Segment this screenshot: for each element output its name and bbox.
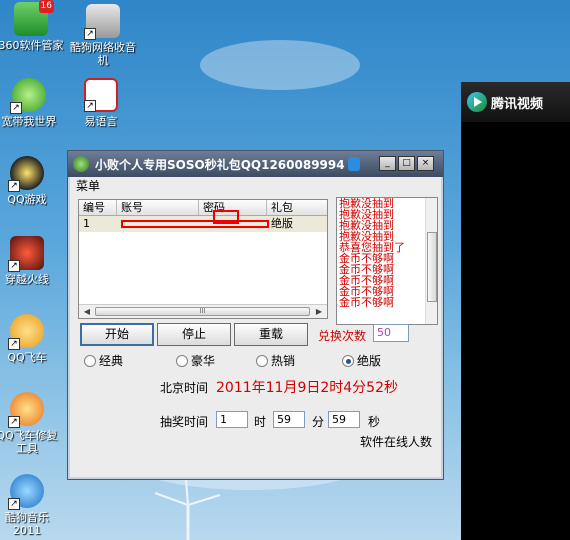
360-software-manager-icon: 16 — [14, 0, 54, 36]
shortcut-arrow-icon: ↗ — [10, 102, 22, 114]
beijing-time-value: 2011年11月9日2时4分52秒 — [216, 380, 398, 396]
column-header-gift[interactable]: 礼包 — [267, 200, 327, 215]
redeem-count-input[interactable]: 50 — [373, 324, 409, 342]
window-client-area: 菜单 编号 账号 密码 礼包 1 绝版 ◀ III ▶ 抱歉没抽到 抱歉没抽到 … — [70, 177, 441, 477]
desktop-icon-e-language[interactable]: ↗ 易语言 — [66, 78, 136, 128]
log-line: 金币不够啊 — [339, 296, 394, 309]
result-log-list[interactable]: 抱歉没抽到 抱歉没抽到 抱歉没抽到 抱歉没抽到 恭喜您抽到了 金币不够啊 金币不… — [336, 197, 438, 325]
qq-speed-icon: ↗ — [8, 314, 44, 350]
shortcut-arrow-icon: ↗ — [84, 28, 96, 40]
scroll-thumb[interactable]: III — [95, 307, 310, 316]
window-title-bar[interactable]: 小败个人专用SOSO秒礼包QQ1260089994 _ □ × — [68, 151, 443, 177]
tencent-video-header[interactable]: 腾讯视频 — [461, 82, 570, 122]
draw-time-label: 抽奖时间 — [160, 415, 209, 429]
radio-classic[interactable]: 经典 — [84, 352, 123, 369]
maximize-button[interactable]: □ — [398, 156, 415, 171]
kugou-music-icon: ↗ — [8, 474, 44, 510]
beijing-time-label: 北京时间 — [160, 381, 209, 395]
window-title: 小败个人专用SOSO秒礼包QQ1260089994 — [95, 157, 345, 172]
desktop-icon-label: 酷狗音乐2011 — [5, 511, 49, 537]
horizontal-scrollbar[interactable]: ◀ III ▶ — [79, 304, 327, 318]
online-users-label: 软件在线人数 — [360, 435, 433, 449]
qq-speed-repair-icon: ↗ — [8, 392, 44, 428]
qq-penguin-icon — [347, 157, 360, 171]
app-window: 小败个人专用SOSO秒礼包QQ1260089994 _ □ × 菜单 编号 账号… — [67, 150, 444, 480]
update-badge: 16 — [38, 0, 54, 13]
second-unit: 秒 — [368, 415, 381, 429]
desktop-icon-label: 易语言 — [84, 115, 118, 128]
account-table[interactable]: 编号 账号 密码 礼包 1 绝版 ◀ III ▶ — [78, 199, 328, 319]
shortcut-arrow-icon: ↗ — [8, 498, 20, 510]
radio-label: 热销 — [271, 354, 296, 368]
draw-minute-input[interactable]: 59 — [273, 411, 305, 428]
shortcut-arrow-icon: ↗ — [8, 180, 20, 192]
wind-turbine-wallpaper — [154, 479, 221, 540]
table-header: 编号 账号 密码 礼包 — [79, 200, 327, 216]
e-language-icon: ↗ — [84, 78, 118, 112]
desktop-icon-label: QQ游戏 — [7, 193, 47, 206]
draw-hour-input[interactable]: 1 — [216, 411, 248, 428]
desktop-icon-kugou-music[interactable]: ↗ 酷狗音乐2011 — [0, 474, 62, 537]
shortcut-arrow-icon: ↗ — [8, 260, 20, 272]
desktop-icon-label: 穿越火线 — [5, 273, 49, 286]
desktop-icon-label: 360软件管家 — [0, 39, 64, 52]
radio-button[interactable] — [176, 354, 188, 367]
scroll-right-arrow-icon[interactable]: ▶ — [312, 305, 326, 318]
redaction-mark — [213, 210, 239, 224]
menu-bar: 菜单 — [70, 177, 441, 195]
hour-unit: 时 — [254, 415, 267, 429]
desktop-icon-crossfire[interactable]: ↗ 穿越火线 — [0, 236, 62, 286]
desktop-icon-qq-speed[interactable]: ↗ QQ飞车 — [0, 314, 62, 364]
scroll-thumb[interactable] — [427, 232, 437, 302]
radio-label: 豪华 — [191, 354, 216, 368]
desktop-icon-qq-speed-repair[interactable]: ↗ QQ飞车修复工具 — [0, 392, 62, 455]
desktop-icon-qq-game[interactable]: ↗ QQ游戏 — [0, 156, 62, 206]
radio-label: 绝版 — [357, 354, 382, 368]
desktop-icon-label: 宽带我世界 — [1, 115, 57, 128]
radio-hot-sale[interactable]: 热销 — [256, 352, 295, 369]
app-icon — [73, 156, 89, 172]
radio-luxury[interactable]: 豪华 — [176, 352, 215, 369]
reload-button[interactable]: 重载 — [234, 323, 308, 346]
draw-second-input[interactable]: 59 — [328, 411, 360, 428]
vertical-scrollbar[interactable] — [425, 198, 437, 324]
shortcut-arrow-icon: ↗ — [8, 338, 20, 350]
minimize-button[interactable]: _ — [379, 156, 396, 171]
radio-button-checked[interactable] — [342, 354, 354, 367]
desktop-icon-360-software-manager[interactable]: 16 360软件管家 — [0, 0, 66, 52]
tencent-video-title: 腾讯视频 — [491, 96, 544, 112]
crossfire-icon: ↗ — [8, 236, 44, 272]
scroll-left-arrow-icon[interactable]: ◀ — [80, 305, 94, 318]
desktop-icon-kugou-radio[interactable]: ↗ 酷狗网络收音机 — [68, 4, 138, 67]
shortcut-arrow-icon: ↗ — [8, 416, 20, 428]
desktop-icon-label: QQ飞车修复工具 — [0, 429, 58, 455]
desktop-icon-label: 酷狗网络收音机 — [70, 41, 136, 67]
sky-cloud — [200, 40, 360, 90]
radio-button[interactable] — [256, 354, 268, 367]
redaction-mark — [121, 220, 269, 228]
radio-button[interactable] — [84, 354, 96, 367]
broadband-world-icon: ↗ — [10, 78, 46, 114]
shortcut-arrow-icon: ↗ — [84, 100, 96, 112]
kugou-radio-icon: ↗ — [84, 4, 120, 40]
tencent-video-logo-icon — [467, 92, 487, 112]
qq-game-icon: ↗ — [8, 156, 44, 192]
column-header-id[interactable]: 编号 — [79, 200, 117, 215]
table-row[interactable]: 1 绝版 — [79, 210, 327, 232]
close-button[interactable]: × — [417, 156, 434, 171]
menu-item-menu[interactable]: 菜单 — [76, 179, 100, 193]
tencent-video-panel: 腾讯视频 — [461, 82, 570, 540]
radio-limited[interactable]: 绝版 — [342, 352, 381, 369]
start-button[interactable]: 开始 — [80, 323, 154, 346]
desktop-icon-broadband-world[interactable]: ↗ 宽带我世界 — [0, 78, 64, 128]
redeem-count-label: 兑换次数 — [318, 329, 367, 343]
radio-label: 经典 — [99, 354, 124, 368]
stop-button[interactable]: 停止 — [157, 323, 231, 346]
desktop-icon-label: QQ飞车 — [7, 351, 47, 364]
minute-unit: 分 — [312, 415, 325, 429]
column-header-account[interactable]: 账号 — [117, 200, 199, 215]
cell-gift: 绝版 — [271, 217, 293, 230]
cell-id: 1 — [83, 217, 90, 230]
